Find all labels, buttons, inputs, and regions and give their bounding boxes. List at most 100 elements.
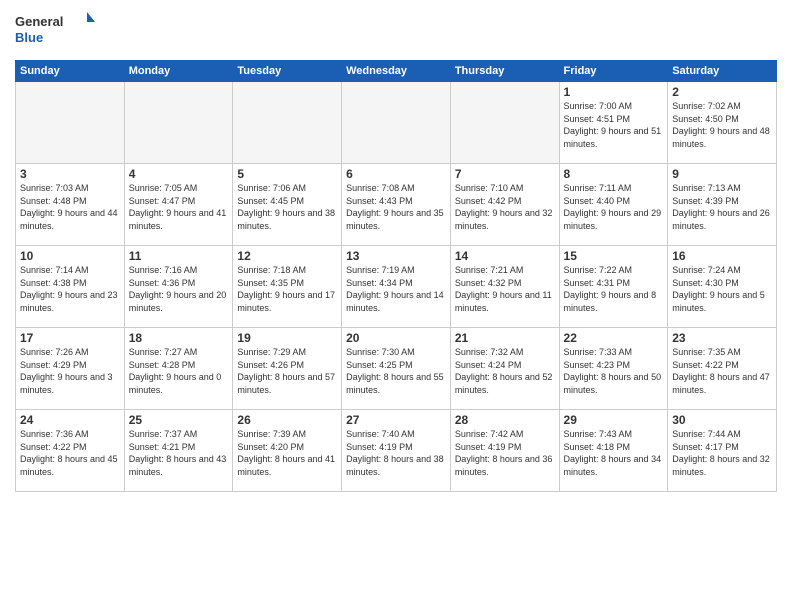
header-tuesday: Tuesday [233,61,342,82]
calendar-cell: 12Sunrise: 7:18 AMSunset: 4:35 PMDayligh… [233,246,342,328]
day-info: Sunrise: 7:16 AMSunset: 4:36 PMDaylight:… [129,264,229,314]
day-number: 3 [20,167,120,181]
day-info: Sunrise: 7:39 AMSunset: 4:20 PMDaylight:… [237,428,337,478]
day-number: 9 [672,167,772,181]
calendar-cell: 30Sunrise: 7:44 AMSunset: 4:17 PMDayligh… [668,410,777,492]
calendar-cell: 23Sunrise: 7:35 AMSunset: 4:22 PMDayligh… [668,328,777,410]
day-number: 5 [237,167,337,181]
calendar-cell [124,82,233,164]
calendar-cell: 6Sunrise: 7:08 AMSunset: 4:43 PMDaylight… [342,164,451,246]
calendar-cell: 7Sunrise: 7:10 AMSunset: 4:42 PMDaylight… [450,164,559,246]
calendar-cell: 14Sunrise: 7:21 AMSunset: 4:32 PMDayligh… [450,246,559,328]
calendar-cell: 22Sunrise: 7:33 AMSunset: 4:23 PMDayligh… [559,328,668,410]
day-info: Sunrise: 7:03 AMSunset: 4:48 PMDaylight:… [20,182,120,232]
day-number: 1 [564,85,664,99]
day-info: Sunrise: 7:22 AMSunset: 4:31 PMDaylight:… [564,264,664,314]
calendar-cell: 26Sunrise: 7:39 AMSunset: 4:20 PMDayligh… [233,410,342,492]
header-sunday: Sunday [16,61,125,82]
day-number: 20 [346,331,446,345]
calendar-cell: 9Sunrise: 7:13 AMSunset: 4:39 PMDaylight… [668,164,777,246]
calendar-week-2: 10Sunrise: 7:14 AMSunset: 4:38 PMDayligh… [16,246,777,328]
day-info: Sunrise: 7:24 AMSunset: 4:30 PMDaylight:… [672,264,772,314]
header-friday: Friday [559,61,668,82]
day-number: 13 [346,249,446,263]
header-saturday: Saturday [668,61,777,82]
day-number: 22 [564,331,664,345]
day-number: 19 [237,331,337,345]
calendar-cell [342,82,451,164]
day-number: 12 [237,249,337,263]
day-number: 17 [20,331,120,345]
calendar-cell: 25Sunrise: 7:37 AMSunset: 4:21 PMDayligh… [124,410,233,492]
day-number: 15 [564,249,664,263]
day-info: Sunrise: 7:44 AMSunset: 4:17 PMDaylight:… [672,428,772,478]
day-info: Sunrise: 7:21 AMSunset: 4:32 PMDaylight:… [455,264,555,314]
calendar-cell: 4Sunrise: 7:05 AMSunset: 4:47 PMDaylight… [124,164,233,246]
day-number: 14 [455,249,555,263]
day-info: Sunrise: 7:00 AMSunset: 4:51 PMDaylight:… [564,100,664,150]
day-info: Sunrise: 7:40 AMSunset: 4:19 PMDaylight:… [346,428,446,478]
calendar-cell: 1Sunrise: 7:00 AMSunset: 4:51 PMDaylight… [559,82,668,164]
calendar-cell: 15Sunrise: 7:22 AMSunset: 4:31 PMDayligh… [559,246,668,328]
day-info: Sunrise: 7:42 AMSunset: 4:19 PMDaylight:… [455,428,555,478]
day-info: Sunrise: 7:33 AMSunset: 4:23 PMDaylight:… [564,346,664,396]
day-info: Sunrise: 7:43 AMSunset: 4:18 PMDaylight:… [564,428,664,478]
calendar-cell: 3Sunrise: 7:03 AMSunset: 4:48 PMDaylight… [16,164,125,246]
day-info: Sunrise: 7:14 AMSunset: 4:38 PMDaylight:… [20,264,120,314]
day-info: Sunrise: 7:10 AMSunset: 4:42 PMDaylight:… [455,182,555,232]
day-number: 30 [672,413,772,427]
calendar-cell: 19Sunrise: 7:29 AMSunset: 4:26 PMDayligh… [233,328,342,410]
day-number: 4 [129,167,229,181]
day-info: Sunrise: 7:37 AMSunset: 4:21 PMDaylight:… [129,428,229,478]
day-number: 23 [672,331,772,345]
day-info: Sunrise: 7:02 AMSunset: 4:50 PMDaylight:… [672,100,772,150]
calendar-cell: 24Sunrise: 7:36 AMSunset: 4:22 PMDayligh… [16,410,125,492]
page-container: General Blue SundayMondayTuesdayWednesda… [0,0,792,497]
day-info: Sunrise: 7:11 AMSunset: 4:40 PMDaylight:… [564,182,664,232]
day-number: 26 [237,413,337,427]
day-info: Sunrise: 7:08 AMSunset: 4:43 PMDaylight:… [346,182,446,232]
day-info: Sunrise: 7:29 AMSunset: 4:26 PMDaylight:… [237,346,337,396]
calendar-cell: 11Sunrise: 7:16 AMSunset: 4:36 PMDayligh… [124,246,233,328]
page-header: General Blue [15,10,777,54]
calendar-cell: 20Sunrise: 7:30 AMSunset: 4:25 PMDayligh… [342,328,451,410]
day-info: Sunrise: 7:19 AMSunset: 4:34 PMDaylight:… [346,264,446,314]
day-number: 8 [564,167,664,181]
calendar-cell: 2Sunrise: 7:02 AMSunset: 4:50 PMDaylight… [668,82,777,164]
day-number: 28 [455,413,555,427]
day-number: 10 [20,249,120,263]
calendar-cell [233,82,342,164]
day-number: 24 [20,413,120,427]
calendar-week-3: 17Sunrise: 7:26 AMSunset: 4:29 PMDayligh… [16,328,777,410]
calendar-cell: 28Sunrise: 7:42 AMSunset: 4:19 PMDayligh… [450,410,559,492]
calendar-cell: 16Sunrise: 7:24 AMSunset: 4:30 PMDayligh… [668,246,777,328]
day-info: Sunrise: 7:06 AMSunset: 4:45 PMDaylight:… [237,182,337,232]
day-info: Sunrise: 7:13 AMSunset: 4:39 PMDaylight:… [672,182,772,232]
calendar-cell: 10Sunrise: 7:14 AMSunset: 4:38 PMDayligh… [16,246,125,328]
header-thursday: Thursday [450,61,559,82]
day-info: Sunrise: 7:18 AMSunset: 4:35 PMDaylight:… [237,264,337,314]
day-info: Sunrise: 7:27 AMSunset: 4:28 PMDaylight:… [129,346,229,396]
day-number: 11 [129,249,229,263]
logo-svg: General Blue [15,10,95,54]
calendar-week-0: 1Sunrise: 7:00 AMSunset: 4:51 PMDaylight… [16,82,777,164]
logo: General Blue [15,10,95,54]
day-info: Sunrise: 7:35 AMSunset: 4:22 PMDaylight:… [672,346,772,396]
calendar-cell [16,82,125,164]
day-number: 7 [455,167,555,181]
calendar-table: SundayMondayTuesdayWednesdayThursdayFrid… [15,60,777,492]
svg-text:Blue: Blue [15,30,43,45]
day-number: 25 [129,413,229,427]
calendar-week-1: 3Sunrise: 7:03 AMSunset: 4:48 PMDaylight… [16,164,777,246]
svg-text:General: General [15,14,63,29]
day-number: 2 [672,85,772,99]
day-info: Sunrise: 7:26 AMSunset: 4:29 PMDaylight:… [20,346,120,396]
calendar-cell: 17Sunrise: 7:26 AMSunset: 4:29 PMDayligh… [16,328,125,410]
day-info: Sunrise: 7:30 AMSunset: 4:25 PMDaylight:… [346,346,446,396]
calendar-cell: 18Sunrise: 7:27 AMSunset: 4:28 PMDayligh… [124,328,233,410]
calendar-week-4: 24Sunrise: 7:36 AMSunset: 4:22 PMDayligh… [16,410,777,492]
calendar-cell: 29Sunrise: 7:43 AMSunset: 4:18 PMDayligh… [559,410,668,492]
calendar-cell [450,82,559,164]
calendar-cell: 27Sunrise: 7:40 AMSunset: 4:19 PMDayligh… [342,410,451,492]
calendar-cell: 21Sunrise: 7:32 AMSunset: 4:24 PMDayligh… [450,328,559,410]
